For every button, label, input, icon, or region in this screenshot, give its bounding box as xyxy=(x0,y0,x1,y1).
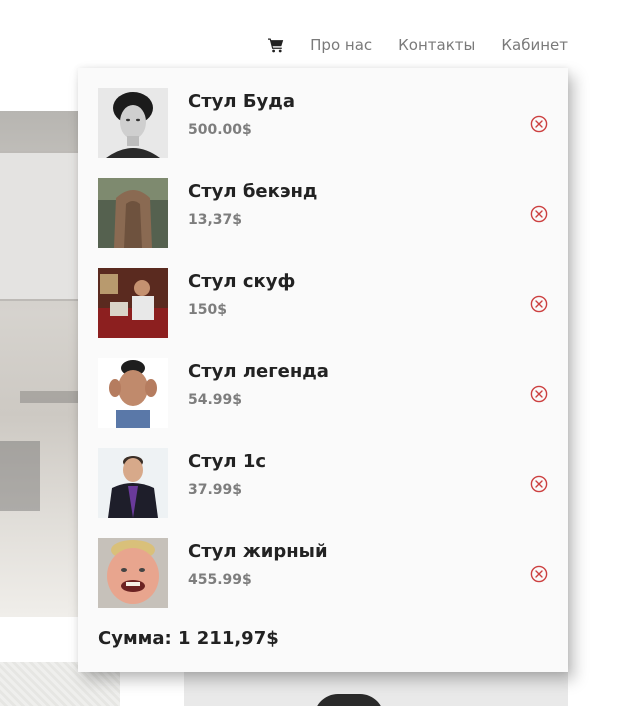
cart-item: Стул бекэнд 13,37$ xyxy=(98,178,558,248)
cart-total: Сумма: 1 211,97$ xyxy=(98,628,279,649)
product-price: 13,37$ xyxy=(188,212,243,228)
product-price: 37.99$ xyxy=(188,482,243,498)
product-image xyxy=(98,538,168,608)
shopping-cart-icon[interactable] xyxy=(268,37,284,53)
background-product-card xyxy=(184,672,568,706)
product-image xyxy=(98,448,168,518)
cart-dropdown: Стул Буда 500.00$ Стул бекэнд 13,37$ Сту… xyxy=(78,68,568,672)
product-name[interactable]: Стул бекэнд xyxy=(188,181,317,202)
cart-item: Стул легенда 54.99$ xyxy=(98,358,558,428)
nav-link-account[interactable]: Кабинет xyxy=(501,36,568,54)
product-name[interactable]: Стул легенда xyxy=(188,361,329,382)
nav-link-about[interactable]: Про нас xyxy=(310,36,372,54)
product-name[interactable]: Стул Буда xyxy=(188,91,295,112)
product-name[interactable]: Стул скуф xyxy=(188,271,295,292)
remove-circle-x-icon[interactable] xyxy=(530,475,548,493)
product-image xyxy=(98,358,168,428)
cart-item: Стул скуф 150$ xyxy=(98,268,558,338)
remove-circle-x-icon[interactable] xyxy=(530,385,548,403)
product-price: 150$ xyxy=(188,302,227,318)
product-image xyxy=(98,268,168,338)
product-name[interactable]: Стул 1с xyxy=(188,451,266,472)
product-image xyxy=(98,178,168,248)
product-name[interactable]: Стул жирный xyxy=(188,541,328,562)
cart-item: Стул Буда 500.00$ xyxy=(98,88,558,158)
remove-circle-x-icon[interactable] xyxy=(530,295,548,313)
product-price: 455.99$ xyxy=(188,572,252,588)
product-image xyxy=(98,88,168,158)
remove-circle-x-icon[interactable] xyxy=(530,205,548,223)
main-nav: Про нас Контакты Кабинет xyxy=(268,36,568,54)
cart-item: Стул 1с 37.99$ xyxy=(98,448,558,518)
product-price: 500.00$ xyxy=(188,122,252,138)
nav-link-contacts[interactable]: Контакты xyxy=(398,36,475,54)
cart-item: Стул жирный 455.99$ xyxy=(98,538,558,608)
product-price: 54.99$ xyxy=(188,392,243,408)
remove-circle-x-icon[interactable] xyxy=(530,565,548,583)
remove-circle-x-icon[interactable] xyxy=(530,115,548,133)
